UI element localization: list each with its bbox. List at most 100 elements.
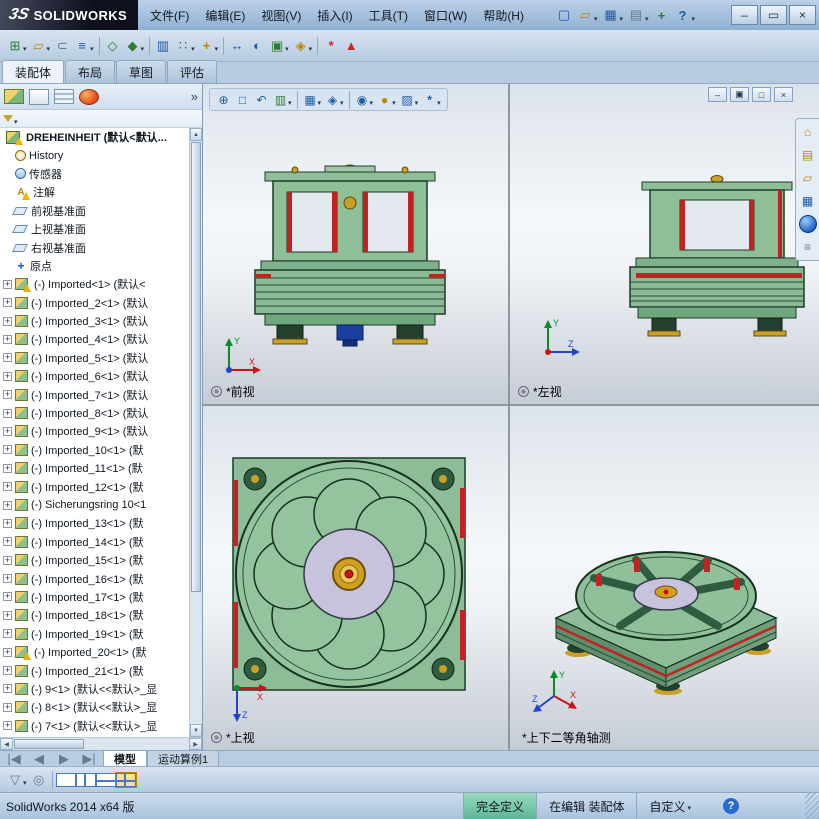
exploded-view-icon[interactable]: * bbox=[321, 36, 341, 56]
file-explorer-icon[interactable]: ▱ bbox=[799, 169, 817, 187]
selection-filter-icon[interactable]: ▽ bbox=[5, 770, 25, 790]
show-hidden-components-icon[interactable]: ◐ bbox=[247, 36, 267, 56]
expand-icon[interactable]: + bbox=[3, 335, 12, 344]
print-icon[interactable]: ▤ bbox=[626, 5, 646, 25]
expand-icon[interactable]: + bbox=[3, 519, 12, 528]
dropdown-caret-icon[interactable]: ▾ bbox=[437, 99, 441, 107]
smart-mates-icon[interactable]: ◆ bbox=[123, 36, 143, 56]
expand-icon[interactable]: + bbox=[3, 537, 12, 546]
viewport-left[interactable]: Y Z *左视 bbox=[510, 84, 819, 404]
tree-item[interactable]: +(-) Imported_11<1> (默 bbox=[0, 459, 189, 477]
expand-icon[interactable]: + bbox=[3, 298, 12, 307]
panel-overflow-chevron-icon[interactable]: » bbox=[191, 89, 198, 104]
dropdown-caret-icon[interactable]: ▾ bbox=[415, 99, 419, 107]
front-view-model[interactable] bbox=[225, 158, 475, 358]
scroll-right-icon[interactable]: ▶ bbox=[189, 738, 202, 750]
task-pane-home-icon[interactable]: ⌂ bbox=[799, 123, 817, 141]
viewport-isometric[interactable]: Y X Z *上下二等角轴测 bbox=[510, 406, 819, 750]
design-library-icon[interactable]: ▤ bbox=[799, 146, 817, 164]
dropdown-caret-icon[interactable]: ▾ bbox=[288, 99, 292, 107]
custom-dropdown[interactable]: 自定义 ▾ bbox=[636, 793, 705, 819]
dropdown-caret-icon[interactable]: ▾ bbox=[47, 45, 51, 53]
tree-item[interactable]: +(-) Imported_3<1> (默认 bbox=[0, 312, 189, 330]
expand-icon[interactable]: + bbox=[3, 574, 12, 583]
move-component-icon[interactable]: ↔ bbox=[227, 36, 247, 56]
tree-item[interactable]: +(-) Imported_10<1> (默 bbox=[0, 441, 189, 459]
reference-geometry-icon[interactable]: ◈ bbox=[291, 36, 311, 56]
dropdown-caret-icon[interactable]: ▾ bbox=[215, 45, 219, 53]
dropdown-caret-icon[interactable]: ▾ bbox=[191, 45, 195, 53]
options-icon[interactable]: + bbox=[652, 5, 672, 25]
menu-item[interactable]: 插入(I) bbox=[309, 3, 360, 28]
insert-components-icon[interactable]: ⊞ bbox=[5, 36, 25, 56]
menu-item[interactable]: 窗口(W) bbox=[416, 3, 475, 28]
tree-item[interactable]: +(-) 9<1> (默认<<默认>_显 bbox=[0, 680, 189, 698]
window-maximize-icon[interactable]: □ bbox=[752, 87, 771, 102]
tree-item[interactable]: +(-) Imported<1> (默认< bbox=[0, 275, 189, 293]
tree-item[interactable]: +(-) Imported_7<1> (默认 bbox=[0, 385, 189, 403]
ribbon-tab[interactable]: 评估 bbox=[167, 60, 217, 83]
dropdown-caret-icon[interactable]: ▾ bbox=[23, 779, 27, 787]
tree-item[interactable]: 传感器 bbox=[0, 165, 189, 183]
expand-icon[interactable]: + bbox=[3, 721, 12, 730]
tree-item[interactable]: +(-) Imported_9<1> (默认 bbox=[0, 422, 189, 440]
tree-item[interactable]: +(-) Imported_19<1> (默 bbox=[0, 625, 189, 643]
property-manager-icon[interactable] bbox=[29, 89, 49, 105]
help-icon[interactable]: ? bbox=[673, 5, 693, 25]
two-view-horizontal-icon[interactable] bbox=[76, 773, 96, 787]
document-tab[interactable]: 运动算例1 bbox=[147, 751, 219, 766]
tree-vertical-scrollbar[interactable]: ▲ ▼ bbox=[189, 128, 202, 737]
scroll-up-icon[interactable]: ▲ bbox=[190, 128, 202, 141]
dropdown-caret-icon[interactable]: ▾ bbox=[392, 99, 396, 107]
dropdown-caret-icon[interactable]: ▾ bbox=[141, 45, 145, 53]
expand-icon[interactable]: + bbox=[3, 353, 12, 362]
expand-icon[interactable]: + bbox=[3, 482, 12, 491]
top-view-model[interactable] bbox=[225, 452, 475, 697]
menu-item[interactable]: 帮助(H) bbox=[475, 3, 532, 28]
appearances-scenes-icon[interactable] bbox=[799, 215, 817, 233]
quick-filter-icon[interactable]: ◎ bbox=[29, 770, 49, 790]
ribbon-tab[interactable]: 草图 bbox=[116, 60, 166, 83]
tree-item[interactable]: +(-) Imported_18<1> (默 bbox=[0, 606, 189, 624]
tree-item[interactable]: 右视基准面 bbox=[0, 238, 189, 256]
menu-item[interactable]: 编辑(E) bbox=[197, 3, 253, 28]
open-document-icon[interactable]: ▱ bbox=[29, 36, 49, 56]
dropdown-caret-icon[interactable]: ▾ bbox=[90, 45, 94, 53]
tree-item[interactable]: +(-) Imported_13<1> (默 bbox=[0, 514, 189, 532]
tree-item[interactable]: History bbox=[0, 146, 189, 164]
expand-icon[interactable]: + bbox=[3, 611, 12, 620]
tree-item[interactable]: +(-) Imported_6<1> (默认 bbox=[0, 367, 189, 385]
expand-icon[interactable]: + bbox=[3, 409, 12, 418]
component-preview-icon[interactable]: ≡ bbox=[72, 36, 92, 56]
scroll-thumb[interactable] bbox=[14, 739, 84, 749]
expand-icon[interactable]: + bbox=[3, 501, 12, 510]
previous-view-icon[interactable]: ↶ bbox=[252, 90, 271, 109]
viewport-top[interactable]: X Z *上视 bbox=[203, 406, 508, 750]
tree-item[interactable]: DREHEINHEIT (默认<默认... bbox=[0, 128, 189, 146]
tree-item[interactable]: +(-) 8<1> (默认<<默认>_显 bbox=[0, 698, 189, 716]
window-close-icon[interactable]: × bbox=[774, 87, 793, 102]
filter-funnel-icon[interactable] bbox=[3, 115, 13, 122]
view-palette-icon[interactable]: ▦ bbox=[799, 192, 817, 210]
viewport-front[interactable]: Y X *前视 bbox=[203, 84, 508, 404]
tree-item[interactable]: +(-) Imported_8<1> (默认 bbox=[0, 404, 189, 422]
help-icon[interactable]: ? bbox=[723, 798, 739, 814]
expand-icon[interactable]: + bbox=[3, 280, 12, 289]
single-view-icon[interactable] bbox=[56, 773, 76, 787]
scroll-down-icon[interactable]: ▼ bbox=[190, 724, 202, 737]
window-restore-icon[interactable]: ▣ bbox=[730, 87, 749, 102]
expand-icon[interactable]: + bbox=[3, 592, 12, 601]
tree-item[interactable]: +(-) Imported_15<1> (默 bbox=[0, 551, 189, 569]
dropdown-caret-icon[interactable]: ▾ bbox=[23, 45, 27, 53]
display-manager-icon[interactable] bbox=[79, 89, 99, 105]
document-tab[interactable]: 模型 bbox=[103, 751, 147, 766]
save-icon[interactable]: ▦ bbox=[601, 5, 621, 25]
open-icon[interactable]: ▱ bbox=[575, 5, 595, 25]
dropdown-caret-icon[interactable]: ▾ bbox=[340, 99, 344, 107]
expand-icon[interactable]: + bbox=[3, 427, 12, 436]
tree-item[interactable]: A注解 bbox=[0, 183, 189, 201]
assembly-features-icon[interactable]: ▣ bbox=[267, 36, 287, 56]
tree-item[interactable]: +原点 bbox=[0, 257, 189, 275]
tree-item[interactable]: +(-) Imported_20<1> (默 bbox=[0, 643, 189, 661]
tree-filter-input[interactable] bbox=[23, 112, 199, 126]
